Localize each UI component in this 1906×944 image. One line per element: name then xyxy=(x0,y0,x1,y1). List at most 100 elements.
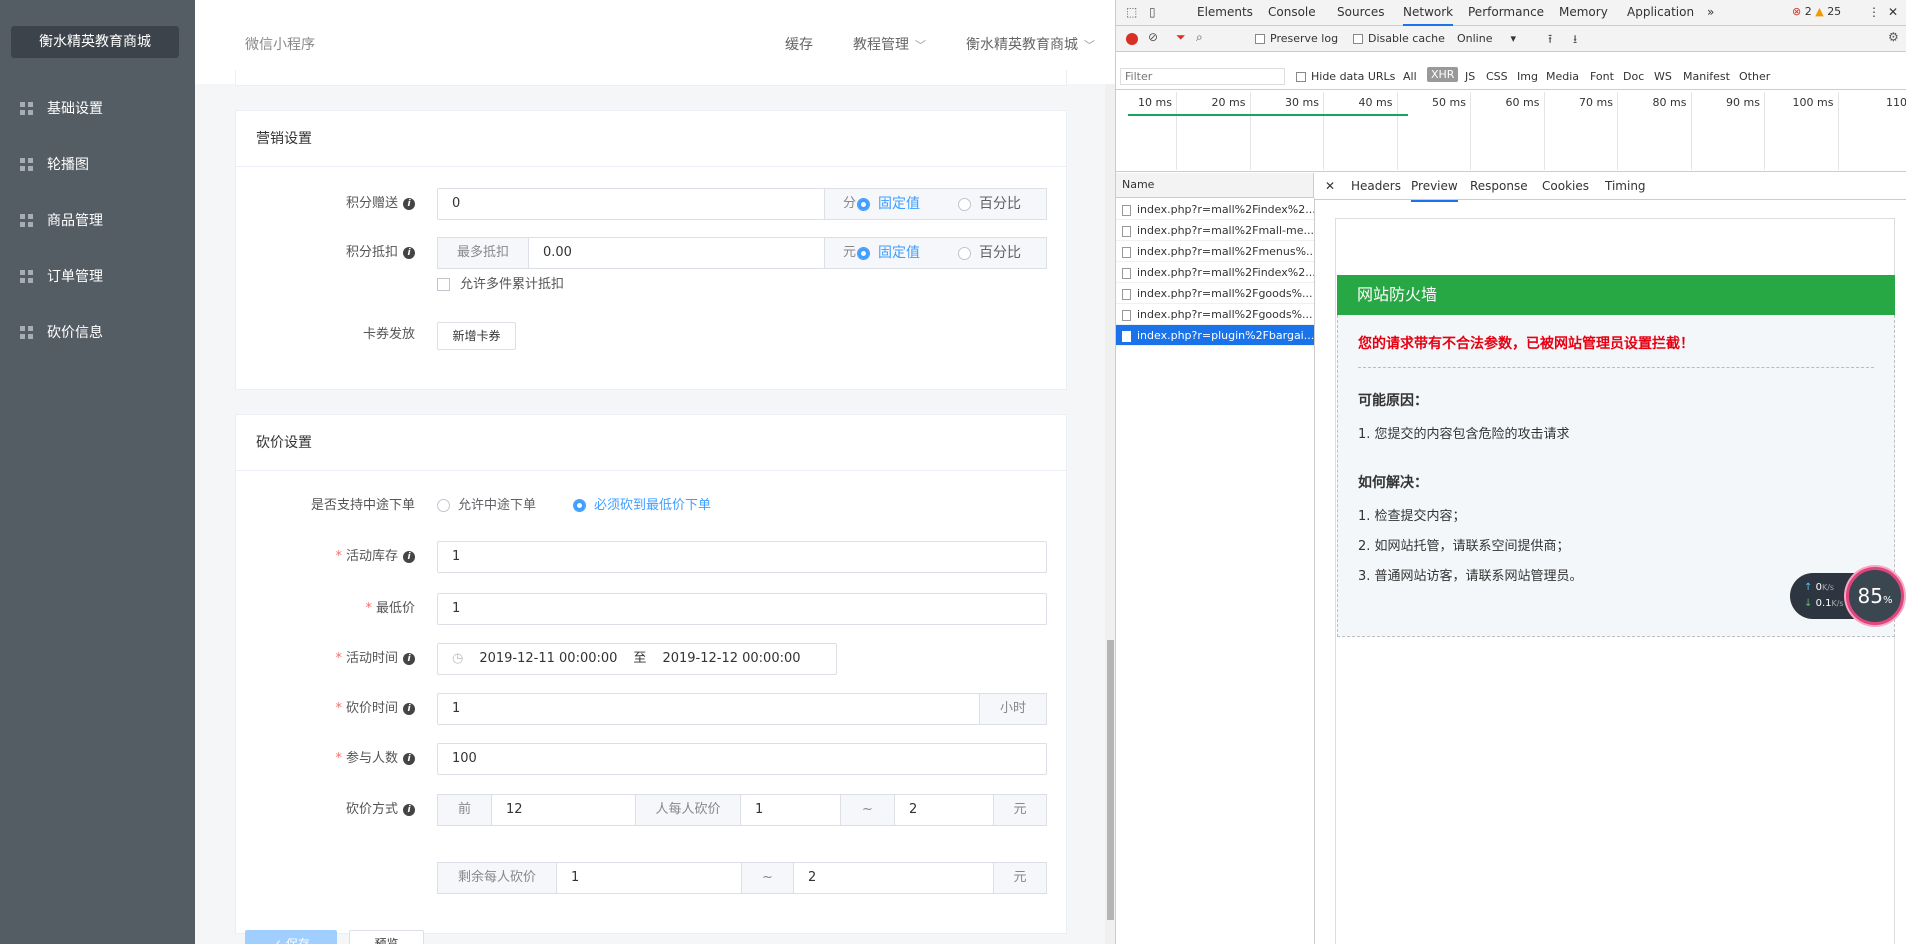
save-button[interactable]: ✓ 保存 xyxy=(245,930,337,944)
request-row-selected[interactable]: index.php?r=plugin%2Fbargai... xyxy=(1116,325,1314,346)
export-icon[interactable]: ⭳ xyxy=(1573,30,1577,51)
filter-other[interactable]: Other xyxy=(1739,70,1770,83)
tab-response[interactable]: Response xyxy=(1470,172,1528,200)
error-count[interactable]: ⊗ 2 ▲ 25 xyxy=(1792,0,1841,24)
inspect-icon[interactable]: ⬚ xyxy=(1126,0,1137,24)
checkbox-icon xyxy=(1255,34,1265,44)
mini-program-link[interactable]: 微信小程序 xyxy=(245,34,315,54)
close-detail-icon[interactable]: ✕ xyxy=(1325,172,1335,200)
ruler-label: 40 ms xyxy=(1358,96,1393,109)
preview-button[interactable]: 预览 xyxy=(349,930,424,944)
tab-sources[interactable]: Sources xyxy=(1337,0,1384,24)
hide-data-urls-checkbox[interactable]: Hide data URLs xyxy=(1296,70,1395,83)
unit-label: 元 xyxy=(843,245,857,260)
points-give-fixed-radio[interactable]: 固定值 xyxy=(857,188,920,220)
request-row[interactable]: index.php?r=mall%2Fgoods%... xyxy=(1116,304,1314,325)
tab-headers[interactable]: Headers xyxy=(1351,172,1401,200)
more-tabs-icon[interactable]: » xyxy=(1707,0,1714,24)
ruler-tick xyxy=(1764,92,1765,170)
filter-icon[interactable]: ⏷ xyxy=(1176,30,1186,45)
brand-logo[interactable]: 衡水精英教育商城 xyxy=(11,26,179,58)
participants-input[interactable]: 100 xyxy=(437,743,1047,775)
filter-media[interactable]: Media xyxy=(1546,70,1579,83)
remaining-min-input[interactable]: 1 xyxy=(556,862,742,894)
import-icon[interactable]: ⭱ xyxy=(1548,30,1552,51)
list-item: 1. 检查提交内容； xyxy=(1358,509,1466,524)
request-row[interactable]: index.php?r=mall%2Findex%2... xyxy=(1116,199,1314,220)
remaining-max-input[interactable]: 2 xyxy=(793,862,994,894)
tab-console[interactable]: Console xyxy=(1268,0,1316,24)
filter-doc[interactable]: Doc xyxy=(1623,70,1644,83)
filter-js[interactable]: JS xyxy=(1465,70,1475,83)
front-count-input[interactable]: 12 xyxy=(491,794,636,826)
close-icon[interactable]: ✕ xyxy=(1888,0,1898,24)
search-icon[interactable]: ⌕ xyxy=(1196,30,1203,45)
filter-css[interactable]: CSS xyxy=(1486,70,1508,83)
store-menu[interactable]: 衡水精英教育商城 ﹀ xyxy=(966,34,1095,54)
network-speed-widget[interactable]: ↑ 0K/s ↓ 0.1K/s 85% xyxy=(1790,567,1904,625)
filter-ws[interactable]: WS xyxy=(1654,70,1672,83)
ruler-label: 80 ms xyxy=(1652,96,1687,109)
midway-allow-radio[interactable]: 允许中途下单 xyxy=(437,490,536,522)
preserve-log-checkbox[interactable]: Preserve log xyxy=(1255,32,1338,45)
add-coupon-button[interactable]: 新增卡券 xyxy=(437,322,516,350)
grid-icon xyxy=(20,269,33,283)
radio-checked-icon xyxy=(573,499,586,512)
request-row[interactable]: index.php?r=mall%2Fmenus%... xyxy=(1116,241,1314,262)
tab-timing[interactable]: Timing xyxy=(1605,172,1646,200)
sidebar-item-carousel[interactable]: 轮播图 xyxy=(0,136,195,192)
filter-manifest[interactable]: Manifest xyxy=(1683,70,1730,83)
front-min-input[interactable]: 1 xyxy=(740,794,841,826)
filter-xhr[interactable]: XHR xyxy=(1427,67,1459,82)
points-deduct-input[interactable]: 0.00 xyxy=(528,237,825,269)
tab-network[interactable]: Network xyxy=(1403,0,1454,26)
clear-icon[interactable]: ⊘ xyxy=(1148,30,1158,44)
tutorial-menu[interactable]: 教程管理 ﹀ xyxy=(853,34,926,54)
unit-label: 分 xyxy=(843,196,857,211)
cache-link[interactable]: 缓存 xyxy=(785,34,813,54)
menu-icon[interactable]: ⋮ xyxy=(1868,0,1880,24)
name-column-header[interactable]: Name xyxy=(1116,173,1314,198)
stock-input[interactable]: 1 xyxy=(437,541,1047,573)
tilde-sep: ~ xyxy=(840,794,895,826)
list-item: 1. 您提交的内容包含危险的攻击请求 xyxy=(1358,427,1570,442)
activity-time-range[interactable]: ◷ 2019-12-11 00:00:00 至 2019-12-12 00:00:00 xyxy=(437,643,837,675)
filter-img[interactable]: Img xyxy=(1517,70,1538,83)
tab-application[interactable]: Application xyxy=(1627,0,1694,24)
device-toolbar-icon[interactable]: ▯ xyxy=(1149,0,1156,24)
radio-icon xyxy=(958,246,971,260)
points-deduct-percent-radio[interactable]: 百分比 xyxy=(958,237,1021,269)
scrollbar-thumb[interactable] xyxy=(1107,640,1114,920)
tab-cookies[interactable]: Cookies xyxy=(1542,172,1589,200)
sidebar-item-bargain[interactable]: 砍价信息 xyxy=(0,304,195,360)
sidebar-item-orders[interactable]: 订单管理 xyxy=(0,248,195,304)
filter-input[interactable] xyxy=(1120,68,1285,85)
ruler-tick xyxy=(1837,92,1839,170)
tab-memory[interactable]: Memory xyxy=(1559,0,1608,24)
bargain-time-input[interactable]: 1 xyxy=(437,693,980,725)
min-price-input[interactable]: 1 xyxy=(437,593,1047,625)
request-row[interactable]: index.php?r=mall%2Findex%2... xyxy=(1116,262,1314,283)
allow-multi-checkbox[interactable]: 允许多件累计抵扣 xyxy=(437,269,564,301)
sidebar-item-goods[interactable]: 商品管理 xyxy=(0,192,195,248)
sidebar-item-basic-settings[interactable]: 基础设置 xyxy=(0,80,195,136)
points-deduct-fixed-radio[interactable]: 固定值 xyxy=(857,237,920,269)
tab-preview[interactable]: Preview xyxy=(1411,172,1458,202)
ruler-tick xyxy=(1176,92,1177,170)
settings-gear-icon[interactable]: ⚙ xyxy=(1888,30,1899,44)
request-row[interactable]: index.php?r=mall%2Fmall-me... xyxy=(1116,220,1314,241)
front-max-input[interactable]: 2 xyxy=(894,794,994,826)
tilde-sep: ~ xyxy=(741,862,794,894)
midway-must-radio[interactable]: 必须砍到最低价下单 xyxy=(573,490,711,522)
throttle-select[interactable]: Online ▾ xyxy=(1457,32,1516,45)
disable-cache-checkbox[interactable]: Disable cache xyxy=(1353,32,1445,45)
points-give-input[interactable]: 0 xyxy=(437,188,825,220)
points-give-percent-radio[interactable]: 百分比 xyxy=(958,188,1021,220)
filter-font[interactable]: Font xyxy=(1590,70,1614,83)
request-row[interactable]: index.php?r=mall%2Fgoods%... xyxy=(1116,283,1314,304)
record-icon[interactable] xyxy=(1126,33,1138,45)
bargain-time-label: * 砍价时间 i xyxy=(235,693,415,725)
filter-all[interactable]: All xyxy=(1403,70,1417,83)
tab-performance[interactable]: Performance xyxy=(1468,0,1544,24)
tab-elements[interactable]: Elements xyxy=(1197,0,1253,24)
